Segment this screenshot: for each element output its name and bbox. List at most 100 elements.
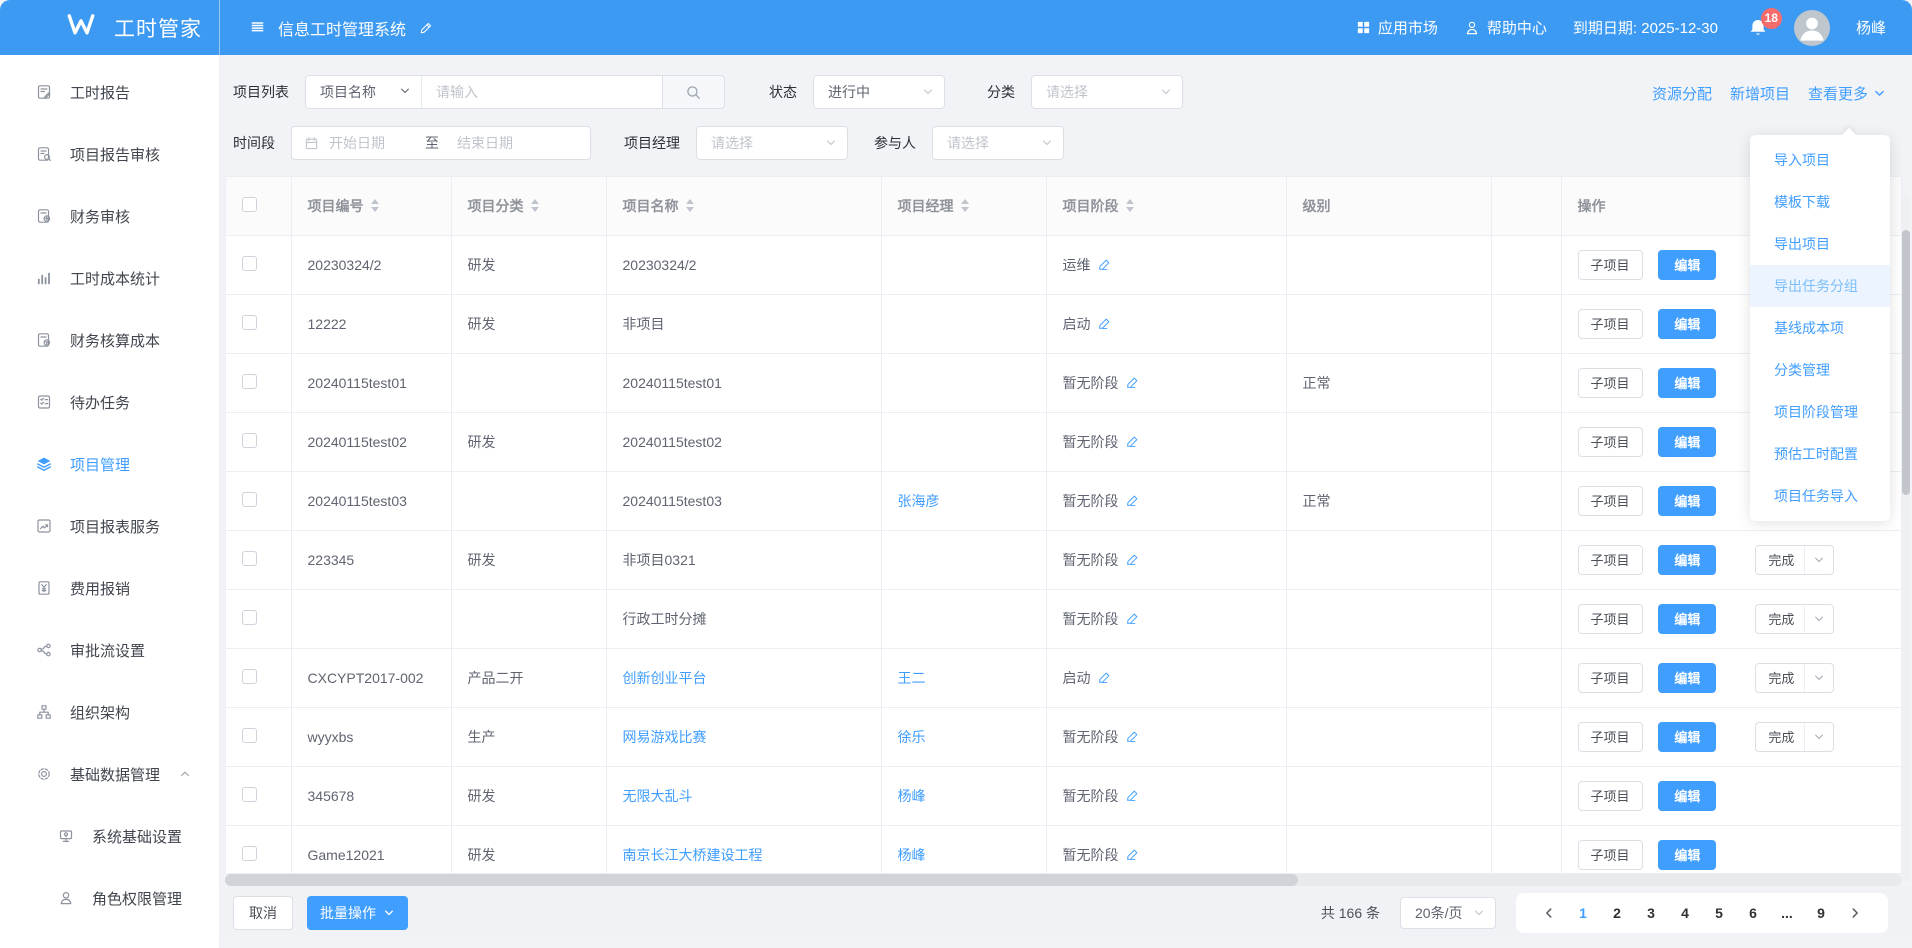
h-scroll-thumb[interactable] [225, 874, 1298, 886]
row-checkbox[interactable] [242, 787, 257, 802]
edit-stage-icon[interactable] [1098, 317, 1111, 330]
select-all-checkbox[interactable] [242, 197, 257, 212]
date-range-picker[interactable]: 开始日期 至 结束日期 [291, 126, 591, 160]
chevron-down-icon[interactable] [1804, 664, 1833, 692]
sidebar-item[interactable]: 财务审核 [0, 185, 219, 247]
sort-icon[interactable] [686, 199, 694, 212]
chevron-down-icon[interactable] [1804, 723, 1833, 751]
notification-bell[interactable]: 18 [1748, 18, 1768, 38]
sidebar-item[interactable]: 系统基础设置 [0, 805, 219, 867]
dropdown-menu-item[interactable]: 导出项目 [1750, 223, 1890, 265]
category-select[interactable]: 请选择 [1031, 75, 1183, 109]
edit-stage-icon[interactable] [1126, 376, 1139, 389]
column-header[interactable]: 项目经理 [881, 177, 1046, 235]
done-split-button[interactable]: 完成 [1755, 663, 1834, 693]
dropdown-menu-item[interactable]: 模板下载 [1750, 181, 1890, 223]
v-scroll-thumb[interactable] [1902, 230, 1910, 495]
sidebar-item[interactable]: 工时报告 [0, 61, 219, 123]
row-checkbox[interactable] [242, 846, 257, 861]
cancel-button[interactable]: 取消 [233, 896, 293, 930]
edit-button[interactable]: 编辑 [1658, 545, 1716, 575]
edit-stage-icon[interactable] [1126, 494, 1139, 507]
row-checkbox[interactable] [242, 492, 257, 507]
row-checkbox[interactable] [242, 669, 257, 684]
dropdown-menu-item[interactable]: 项目阶段管理 [1750, 391, 1890, 433]
sub-project-button[interactable]: 子项目 [1578, 722, 1643, 752]
batch-actions-button[interactable]: 批量操作 [307, 896, 408, 930]
column-header[interactable]: 项目编号 [291, 177, 451, 235]
project-manager-cell[interactable]: 杨峰 [881, 766, 1046, 825]
sub-project-button[interactable]: 子项目 [1578, 427, 1643, 457]
sidebar-item[interactable]: 审批流设置 [0, 619, 219, 681]
edit-button[interactable]: 编辑 [1658, 368, 1716, 398]
view-more-link[interactable]: 查看更多 [1808, 83, 1886, 104]
edit-button[interactable]: 编辑 [1658, 781, 1716, 811]
column-header[interactable]: 项目阶段 [1046, 177, 1286, 235]
done-split-button[interactable]: 完成 [1755, 604, 1834, 634]
page-number[interactable]: 6 [1740, 899, 1766, 927]
edit-title-icon[interactable] [419, 21, 433, 35]
sidebar-item[interactable]: 角色权限管理 [0, 867, 219, 929]
row-checkbox[interactable] [242, 374, 257, 389]
edit-button[interactable]: 编辑 [1658, 663, 1716, 693]
sub-project-button[interactable]: 子项目 [1578, 663, 1643, 693]
sort-icon[interactable] [531, 199, 539, 212]
edit-stage-icon[interactable] [1126, 612, 1139, 625]
sidebar-item[interactable]: 基础数据管理 [0, 743, 219, 805]
sub-project-button[interactable]: 子项目 [1578, 604, 1643, 634]
dropdown-menu-item[interactable]: 导入项目 [1750, 139, 1890, 181]
edit-button[interactable]: 编辑 [1658, 427, 1716, 457]
project-name-cell[interactable]: 无限大乱斗 [606, 766, 881, 825]
sidebar-item[interactable]: 组织架构 [0, 681, 219, 743]
edit-stage-icon[interactable] [1126, 789, 1139, 802]
manager-select[interactable]: 请选择 [696, 126, 848, 160]
page-number[interactable]: 5 [1706, 899, 1732, 927]
sub-project-button[interactable]: 子项目 [1578, 250, 1643, 280]
edit-stage-icon[interactable] [1126, 435, 1139, 448]
edit-stage-icon[interactable] [1126, 848, 1139, 861]
search-field-select[interactable]: 项目名称 [306, 76, 422, 108]
dropdown-menu-item[interactable]: 预估工时配置 [1750, 433, 1890, 475]
sidebar-item[interactable]: 工时成本统计 [0, 247, 219, 309]
sidebar-item[interactable]: 项目管理 [0, 433, 219, 495]
row-checkbox[interactable] [242, 610, 257, 625]
edit-button[interactable]: 编辑 [1658, 309, 1716, 339]
project-manager-cell[interactable]: 张海彦 [881, 471, 1046, 530]
edit-stage-icon[interactable] [1098, 671, 1111, 684]
row-checkbox[interactable] [242, 256, 257, 271]
sidebar-item[interactable]: 项目报告审核 [0, 123, 219, 185]
sub-project-button[interactable]: 子项目 [1578, 545, 1643, 575]
column-header[interactable]: 项目分类 [451, 177, 606, 235]
done-split-button[interactable]: 完成 [1755, 545, 1834, 575]
project-manager-cell[interactable]: 王二 [881, 648, 1046, 707]
sidebar-item[interactable]: 待办任务 [0, 371, 219, 433]
sort-icon[interactable] [1126, 199, 1134, 212]
done-split-button[interactable]: 完成 [1755, 722, 1834, 752]
dropdown-menu-item[interactable]: 导出任务分组 [1750, 265, 1890, 307]
keyword-input[interactable]: 请输入 [422, 76, 662, 108]
chevron-down-icon[interactable] [1804, 546, 1833, 574]
page-number[interactable]: 1 [1570, 899, 1596, 927]
page-number[interactable]: 2 [1604, 899, 1630, 927]
sub-project-button[interactable]: 子项目 [1578, 368, 1643, 398]
project-manager-cell[interactable]: 徐乐 [881, 707, 1046, 766]
column-header[interactable]: 项目名称 [606, 177, 881, 235]
sort-icon[interactable] [371, 199, 379, 212]
row-checkbox[interactable] [242, 315, 257, 330]
dropdown-menu-item[interactable]: 基线成本项 [1750, 307, 1890, 349]
sidebar-item[interactable]: 财务核算成本 [0, 309, 219, 371]
project-name-cell[interactable]: 南京长江大桥建设工程 [606, 825, 881, 874]
next-page-button[interactable] [1842, 906, 1868, 920]
project-name-cell[interactable]: 网易游戏比赛 [606, 707, 881, 766]
chevron-down-icon[interactable] [1804, 605, 1833, 633]
row-checkbox[interactable] [242, 433, 257, 448]
menu-collapse-icon[interactable] [250, 20, 265, 35]
participant-select[interactable]: 请选择 [932, 126, 1064, 160]
edit-button[interactable]: 编辑 [1658, 840, 1716, 870]
edit-stage-icon[interactable] [1126, 730, 1139, 743]
edit-stage-icon[interactable] [1098, 258, 1111, 271]
row-checkbox[interactable] [242, 551, 257, 566]
row-checkbox[interactable] [242, 728, 257, 743]
sort-icon[interactable] [961, 199, 969, 212]
vertical-scrollbar[interactable] [1902, 195, 1910, 882]
